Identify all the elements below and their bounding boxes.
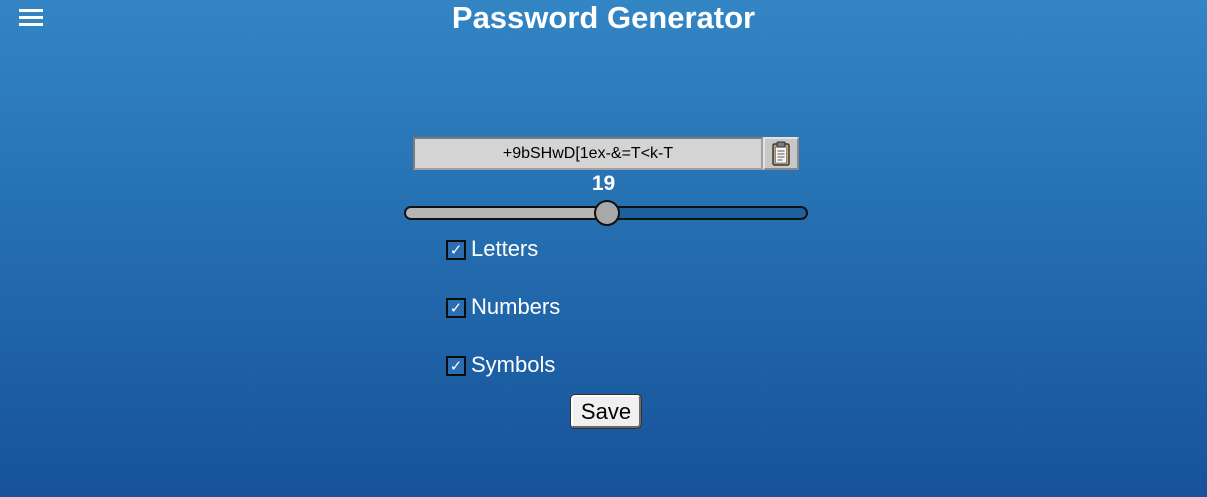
symbols-checkbox[interactable]: ✓ (446, 356, 466, 376)
copy-button[interactable] (763, 137, 799, 170)
letters-checkbox[interactable]: ✓ (446, 240, 466, 260)
symbols-label: Symbols (471, 352, 556, 377)
password-output[interactable]: +9bSHwD[1ex-&=T<k-T (413, 137, 763, 170)
clipboard-icon (772, 141, 790, 166)
slider-thumb[interactable] (594, 200, 620, 226)
letters-label: Letters (471, 236, 539, 261)
length-value: 19 (591, 172, 616, 195)
numbers-label: Numbers (471, 294, 561, 319)
page-title: Password Generator (451, 0, 756, 35)
length-slider[interactable] (404, 200, 808, 226)
numbers-checkbox[interactable]: ✓ (446, 298, 466, 318)
password-row: +9bSHwD[1ex-&=T<k-T (413, 137, 799, 170)
save-button[interactable]: Save (571, 395, 641, 428)
slider-fill (406, 208, 606, 218)
